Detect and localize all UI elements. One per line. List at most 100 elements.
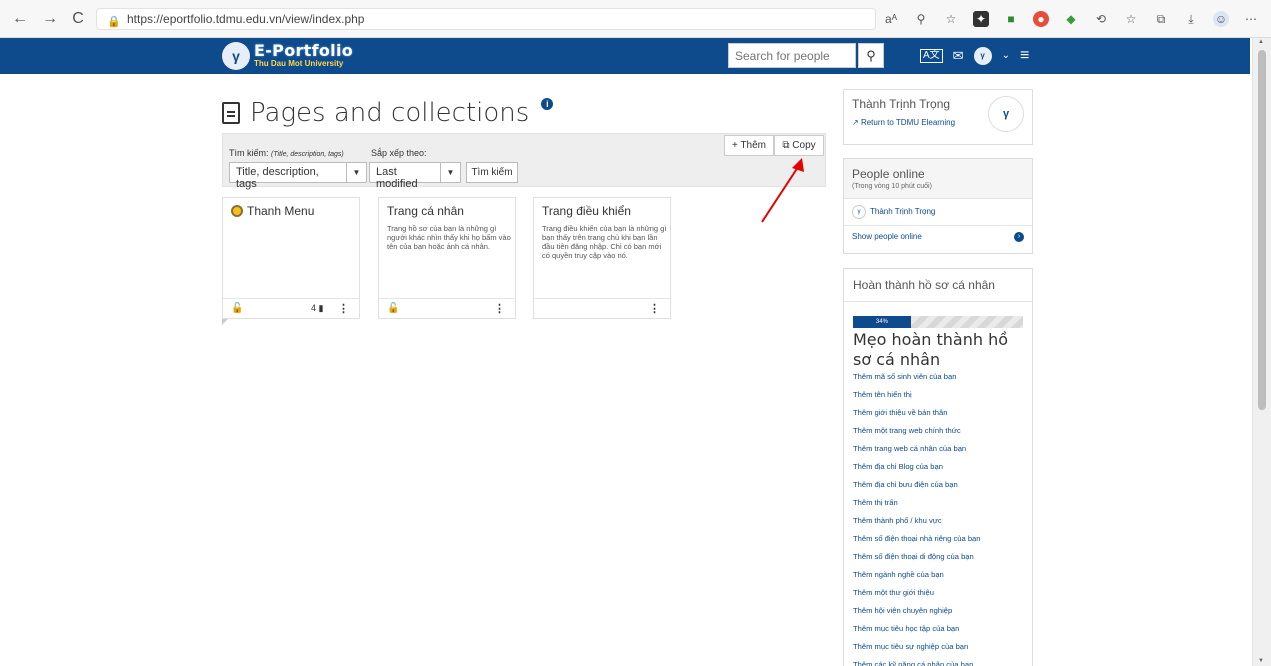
tip-link[interactable]: Thêm thành phố / khu vực xyxy=(844,514,1032,532)
user-block: Thành Trịnh Trọng ↗ Return to TDMU Elear… xyxy=(843,89,1033,145)
card-count: 4 ▮ xyxy=(311,303,324,313)
tip-link[interactable]: Thêm tên hiển thị xyxy=(844,388,1032,406)
mail-icon[interactable]: ✉ xyxy=(953,46,964,66)
tip-link[interactable]: Thêm số điện thoại di động của bạn xyxy=(844,550,1032,568)
return-link-text: Return to TDMU Elearning xyxy=(860,118,956,127)
more-options-icon[interactable]: ⋮ xyxy=(494,302,505,315)
caret-down-icon[interactable]: ▼ xyxy=(347,162,367,183)
caret-down-icon[interactable]: ▼ xyxy=(441,162,461,183)
show-people-online-text: Show people online xyxy=(852,232,922,241)
reload-icon[interactable]: C xyxy=(68,10,88,28)
card-thanh-menu[interactable]: Thanh Menu 🔓 4 ▮ ⋮ xyxy=(222,197,360,319)
unlock-icon[interactable]: 🔓 xyxy=(387,303,399,314)
tip-link[interactable]: Thêm trang web cá nhân của bạn xyxy=(844,442,1032,460)
card-tail xyxy=(222,319,228,325)
scroll-up-icon[interactable]: ▲ xyxy=(1258,39,1264,45)
card-trang-dieu-khien[interactable]: Trang điều khiển Trang điều khiển của bạ… xyxy=(533,197,671,319)
info-icon[interactable]: i xyxy=(541,98,554,110)
favorites-icon[interactable]: ☆ xyxy=(1123,11,1139,27)
tip-link[interactable]: Thêm địa chỉ bưu điện của bạn xyxy=(844,478,1032,496)
copy-button[interactable]: ⧉ Copy xyxy=(774,135,824,156)
extension-icon[interactable]: ✦ xyxy=(973,11,989,27)
forward-icon[interactable]: → xyxy=(40,10,60,28)
card-count-value: 4 xyxy=(311,303,317,313)
language-icon[interactable]: A文 xyxy=(920,49,943,63)
page-scrollbar[interactable]: ▲ ▼ xyxy=(1252,38,1271,666)
user-avatar[interactable]: γ xyxy=(973,47,992,65)
site-header: γ E-Portfolio Thu Dau Mot University ⚲ A… xyxy=(0,38,1250,74)
tip-link[interactable]: Thêm hội viên chuyên nghiệp xyxy=(844,604,1032,622)
document-icon xyxy=(222,102,240,124)
address-text: https://eportfolio.tdmu.edu.vn/view/inde… xyxy=(127,12,365,26)
sort-select[interactable]: Last modified xyxy=(369,162,441,190)
arrow-right-icon: › xyxy=(1014,232,1024,242)
tip-link[interactable]: Thêm thị trấn xyxy=(844,496,1032,514)
collections-icon[interactable]: ⧉ xyxy=(1153,11,1169,27)
filter-panel: Tìm kiếm: (Title, description, tags) Sắp… xyxy=(222,133,826,190)
unlock-icon[interactable]: 🔓 xyxy=(231,303,243,314)
tip-link[interactable]: Thêm giới thiệu về bản thân xyxy=(844,406,1032,424)
back-icon[interactable]: ← xyxy=(10,10,30,28)
address-bar[interactable]: 🔒 https://eportfolio.tdmu.edu.vn/view/in… xyxy=(96,8,876,30)
tip-link[interactable]: Thêm một thư giới thiệu xyxy=(844,586,1032,604)
card-footer: 🔓 ⋮ xyxy=(379,298,515,318)
browser-extensions: aᴬ ⚲ ☆ ✦ ■ ● ◆ ⟲ ☆ ⧉ ⤓ ☺ ⋯ xyxy=(883,9,1259,29)
card-footer: ⋮ xyxy=(534,298,670,318)
favorite-star-icon[interactable]: ☆ xyxy=(943,11,959,27)
read-aloud-icon[interactable]: aᴬ xyxy=(883,11,899,27)
extension-red-icon[interactable]: ● xyxy=(1033,11,1049,27)
more-options-icon[interactable]: ⋮ xyxy=(338,302,349,315)
lock-icon: 🔒 xyxy=(107,16,121,28)
tip-link[interactable]: Thêm mục tiêu học tập của bạn xyxy=(844,622,1032,640)
hamburger-menu-icon[interactable]: ≡ xyxy=(1020,46,1029,66)
tip-link[interactable]: Thêm địa chỉ Blog của bạn xyxy=(844,460,1032,478)
progress-fill: 34% xyxy=(853,316,911,328)
profile-icon[interactable]: ☺ xyxy=(1213,11,1229,27)
page-title-row: Pages and collections i xyxy=(222,96,554,130)
scrollbar-thumb[interactable] xyxy=(1258,50,1266,410)
add-button[interactable]: + Thêm xyxy=(724,135,774,156)
search-field-select[interactable]: Title, description, tags xyxy=(229,162,347,190)
card-trang-ca-nhan[interactable]: Trang cá nhân Trang hồ sơ của bạn là nhữ… xyxy=(378,197,516,319)
more-icon[interactable]: ⋯ xyxy=(1243,11,1259,27)
search-hint: (Title, description, tags) xyxy=(271,151,344,158)
browser-toolbar: ← → C 🔒 https://eportfolio.tdmu.edu.vn/v… xyxy=(0,0,1271,38)
extension-green-icon[interactable]: ■ xyxy=(1003,11,1019,27)
tips-list: Thêm mã số sinh viên của bạn Thêm tên hiể… xyxy=(844,370,1032,666)
logo-text: E-Portfolio Thu Dau Mot University xyxy=(254,43,353,69)
extension-leaf-icon[interactable]: ◆ xyxy=(1063,11,1079,27)
annotation-arrow xyxy=(761,158,804,223)
card-title: Trang điều khiển xyxy=(542,204,631,218)
online-person[interactable]: γ Thành Trịnh Trọng xyxy=(844,198,1032,225)
show-people-online-link[interactable]: Show people online › xyxy=(844,225,1032,247)
page-title: Pages and collections xyxy=(250,98,530,128)
more-options-icon[interactable]: ⋮ xyxy=(649,302,660,315)
site-logo[interactable]: γ E-Portfolio Thu Dau Mot University xyxy=(222,42,353,70)
search-button[interactable]: ⚲ xyxy=(858,43,884,68)
card-footer: 🔓 4 ▮ ⋮ xyxy=(223,298,359,318)
external-link-icon: ↗ xyxy=(852,118,859,127)
extensions-menu-icon[interactable]: ⟲ xyxy=(1093,11,1109,27)
profile-progress-bar: 34% xyxy=(853,316,1023,328)
people-online-title: People online xyxy=(852,167,925,181)
people-search-input[interactable] xyxy=(728,43,856,68)
copy-label: Copy xyxy=(792,140,816,151)
tip-link[interactable]: Thêm số điện thoại nhà riêng của bạn xyxy=(844,532,1032,550)
copy-icon: ⧉ xyxy=(782,140,790,151)
card-description: Trang điều khiển của bạn là những gì bạn… xyxy=(542,224,667,260)
tip-link[interactable]: Thêm một trang web chính thức xyxy=(844,424,1032,442)
avatar: γ xyxy=(852,205,866,219)
profile-avatar[interactable]: γ xyxy=(988,96,1024,132)
tip-link[interactable]: Thêm các kỹ năng cá nhân của bạn xyxy=(844,658,1032,666)
tip-link[interactable]: Thêm mã số sinh viên của bạn xyxy=(844,370,1032,388)
online-person-name: Thành Trịnh Trọng xyxy=(870,207,936,217)
find-button[interactable]: Tìm kiếm xyxy=(466,162,518,183)
downloads-icon[interactable]: ⤓ xyxy=(1183,11,1199,27)
chevron-down-icon[interactable]: ⌄ xyxy=(1002,46,1010,66)
tips-title: Mẹo hoàn thành hồ sơ cá nhân xyxy=(853,330,1008,369)
zoom-icon[interactable]: ⚲ xyxy=(913,11,929,27)
tip-link[interactable]: Thêm mục tiêu sự nghiệp của bạn xyxy=(844,640,1032,658)
scroll-down-icon[interactable]: ▼ xyxy=(1258,658,1264,664)
logo-subtitle: Thu Dau Mot University xyxy=(254,59,344,68)
tip-link[interactable]: Thêm ngành nghề của bạn xyxy=(844,568,1032,586)
